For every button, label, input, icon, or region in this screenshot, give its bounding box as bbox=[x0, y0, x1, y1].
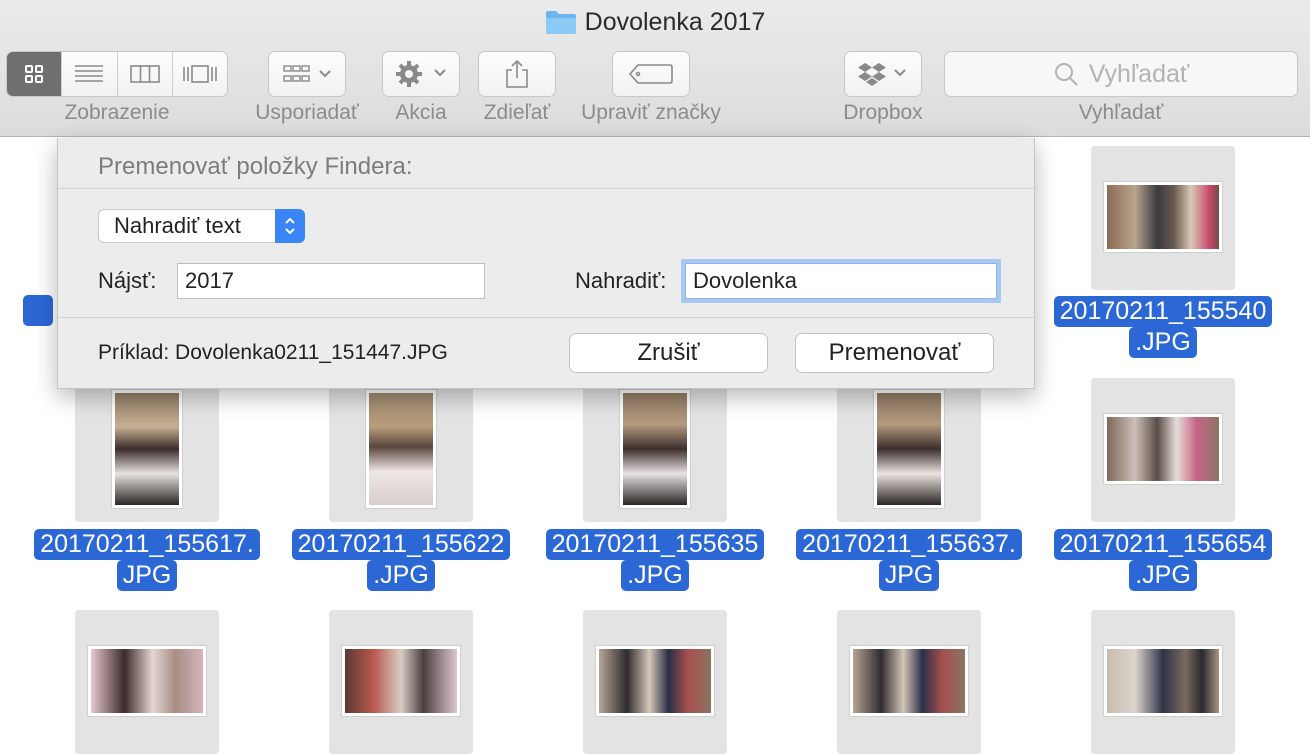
find-label: Nájsť: bbox=[98, 268, 157, 293]
dropbox-label: Dropbox bbox=[843, 101, 923, 124]
file-name-label[interactable]: 20170211_155637. JPG bbox=[789, 529, 1029, 591]
gallery-view-button[interactable] bbox=[173, 52, 227, 96]
arrange-label: Usporiadať bbox=[255, 101, 359, 124]
popup-arrows-icon bbox=[275, 209, 305, 243]
rename-mode-value: Nahradiť text bbox=[114, 213, 241, 238]
columns-icon bbox=[129, 65, 160, 83]
rename-button[interactable]: Premenovať bbox=[795, 333, 994, 373]
share-button[interactable] bbox=[478, 51, 556, 97]
action-label: Akcia bbox=[395, 101, 447, 124]
search-label: Vyhľadať bbox=[1078, 101, 1164, 124]
file-name-label[interactable]: 20170211_155654 .JPG bbox=[1043, 529, 1283, 591]
share-label: Zdieľať bbox=[483, 101, 551, 124]
photo-thumbnail bbox=[112, 390, 182, 508]
replace-label: Nahradiť: bbox=[575, 268, 667, 293]
arrange-button[interactable] bbox=[268, 51, 346, 97]
gear-icon bbox=[396, 61, 446, 87]
search-field[interactable]: Vyhľadať bbox=[944, 51, 1298, 97]
window-title: Dovolenka 2017 bbox=[0, 8, 1310, 42]
find-field[interactable]: 2017 bbox=[177, 263, 485, 299]
dropbox-button[interactable] bbox=[844, 51, 922, 97]
arrange-grid-icon bbox=[283, 65, 331, 82]
cancel-button[interactable]: Zrušiť bbox=[569, 333, 768, 373]
file-name-label[interactable]: 20170211_155540 .JPG bbox=[1043, 296, 1283, 358]
photo-thumbnail bbox=[620, 390, 690, 508]
file-name-label[interactable]: 20170211_155617. JPG bbox=[27, 529, 267, 591]
photo-thumbnail bbox=[1104, 182, 1222, 252]
divider bbox=[58, 317, 1036, 318]
search-placeholder: Vyhľadať bbox=[1088, 59, 1190, 88]
divider bbox=[58, 188, 1036, 189]
rename-mode-popup[interactable]: Nahradiť text bbox=[98, 209, 305, 243]
rename-items-sheet: Premenovať položky Findera: Nahradiť tex… bbox=[57, 138, 1036, 389]
list-view-button[interactable] bbox=[62, 52, 118, 96]
photo-thumbnail bbox=[366, 390, 436, 508]
sheet-title: Premenovať položky Findera: bbox=[98, 153, 413, 180]
view-label: Zobrazenie bbox=[64, 101, 170, 124]
tag-icon bbox=[628, 64, 673, 84]
replace-field[interactable]: Dovolenka bbox=[685, 263, 997, 299]
photo-thumbnail bbox=[874, 390, 944, 508]
photo-thumbnail bbox=[1104, 414, 1222, 484]
photo-thumbnail bbox=[850, 646, 968, 716]
photo-thumbnail bbox=[88, 646, 206, 716]
action-button[interactable] bbox=[382, 51, 460, 97]
cover-flow-icon bbox=[183, 65, 217, 83]
icon-grid-icon bbox=[25, 65, 44, 83]
finder-toolbar: Dovolenka 2017 Zobrazenie Usporiadať Akc… bbox=[0, 0, 1310, 137]
share-icon bbox=[506, 59, 528, 88]
window-title-text: Dovolenka 2017 bbox=[584, 8, 766, 36]
edit-tags-label: Upraviť značky bbox=[581, 101, 721, 124]
search-icon bbox=[1054, 63, 1078, 86]
folder-icon bbox=[545, 9, 577, 42]
column-view-button[interactable] bbox=[118, 52, 173, 96]
photo-thumbnail bbox=[1104, 646, 1222, 716]
file-name-label[interactable]: 20170211_155622 .JPG bbox=[281, 529, 521, 591]
rename-example: Príklad: Dovolenka0211_151447.JPG bbox=[98, 341, 448, 364]
file-name-label[interactable]: 20170211_155635 .JPG bbox=[535, 529, 775, 591]
edit-tags-button[interactable] bbox=[612, 51, 690, 97]
list-icon bbox=[75, 65, 104, 82]
icon-view-button[interactable] bbox=[7, 52, 63, 96]
photo-thumbnail bbox=[596, 646, 714, 716]
photo-thumbnail bbox=[342, 646, 460, 716]
view-mode-segmented-control bbox=[6, 51, 228, 97]
dropbox-icon bbox=[858, 63, 906, 86]
